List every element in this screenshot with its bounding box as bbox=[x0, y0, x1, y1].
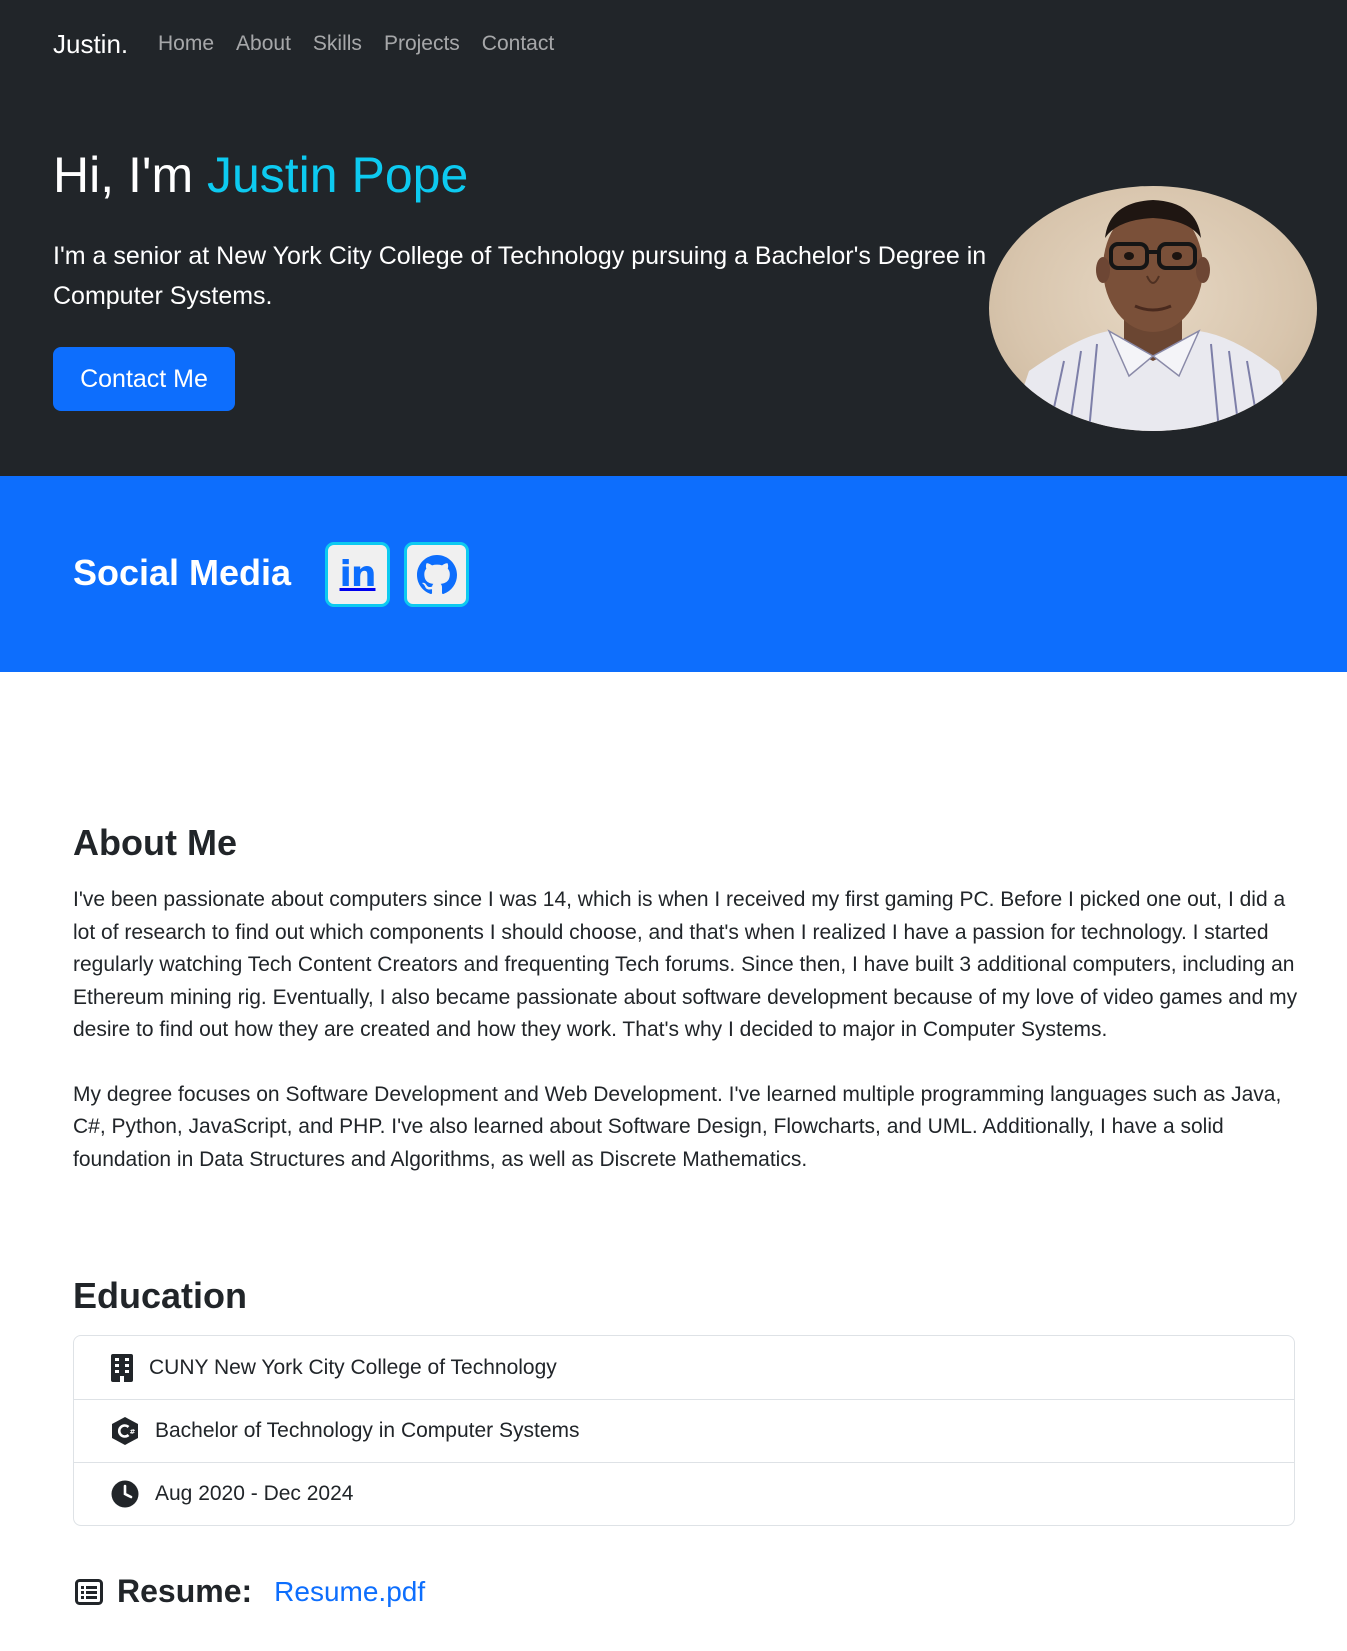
nav-skills[interactable]: Skills bbox=[313, 32, 362, 56]
about-section: About Me I've been passionate about comp… bbox=[73, 822, 1299, 1176]
hero-name: Justin Pope bbox=[206, 147, 469, 203]
education-item-school: CUNY New York City College of Technology bbox=[74, 1336, 1294, 1399]
education-school: CUNY New York City College of Technology bbox=[149, 1355, 557, 1379]
main-nav: Home About Skills Projects Contact bbox=[158, 32, 554, 56]
csharp-icon: # bbox=[112, 1417, 138, 1445]
hero-section: Justin. Home About Skills Projects Conta… bbox=[0, 0, 1347, 476]
about-paragraph-1: I've been passionate about computers sin… bbox=[73, 888, 1298, 1041]
education-dates: Aug 2020 - Dec 2024 bbox=[155, 1482, 354, 1505]
resume-link[interactable]: Resume.pdf bbox=[274, 1576, 425, 1608]
building-icon bbox=[111, 1353, 133, 1382]
linkedin-button[interactable]: in bbox=[325, 542, 390, 607]
brand-logo[interactable]: Justin. bbox=[53, 29, 128, 60]
github-icon bbox=[416, 554, 457, 594]
nav-projects[interactable]: Projects bbox=[384, 32, 460, 56]
education-degree: Bachelor of Technology in Computer Syste… bbox=[155, 1419, 580, 1442]
social-icons: in bbox=[325, 542, 469, 607]
profile-photo bbox=[989, 186, 1317, 431]
linkedin-icon: in bbox=[339, 554, 377, 595]
profile-photo-illustration bbox=[1009, 200, 1299, 431]
hero-title: Hi, I'm Justin Pope bbox=[53, 146, 468, 204]
about-paragraph-2: My degree focuses on Software Developmen… bbox=[73, 1082, 1282, 1171]
resume-label: Resume: bbox=[117, 1573, 253, 1609]
education-section: Education CUNY New York City College of … bbox=[73, 1275, 1295, 1526]
list-icon bbox=[75, 1578, 103, 1605]
hero-greeting: Hi, I'm bbox=[53, 147, 207, 203]
social-media-section: Social Media in bbox=[0, 476, 1347, 672]
github-button[interactable] bbox=[404, 542, 469, 607]
social-media-title: Social Media bbox=[73, 552, 292, 593]
hero-lead: I'm a senior at New York City College of… bbox=[53, 242, 987, 310]
svg-text:#: # bbox=[130, 1428, 136, 1436]
nav-contact[interactable]: Contact bbox=[482, 32, 554, 56]
education-item-dates: Aug 2020 - Dec 2024 bbox=[74, 1462, 1294, 1525]
education-item-degree: # Bachelor of Technology in Computer Sys… bbox=[74, 1399, 1294, 1462]
clock-icon bbox=[111, 1480, 139, 1508]
about-title: About Me bbox=[73, 822, 237, 863]
education-list: CUNY New York City College of Technology… bbox=[73, 1335, 1295, 1526]
contact-me-button[interactable]: Contact Me bbox=[53, 347, 235, 411]
nav-home[interactable]: Home bbox=[158, 32, 214, 56]
education-title: Education bbox=[73, 1275, 248, 1316]
nav-about[interactable]: About bbox=[236, 32, 291, 56]
resume-row: Resume: Resume.pdf bbox=[75, 1573, 425, 1610]
